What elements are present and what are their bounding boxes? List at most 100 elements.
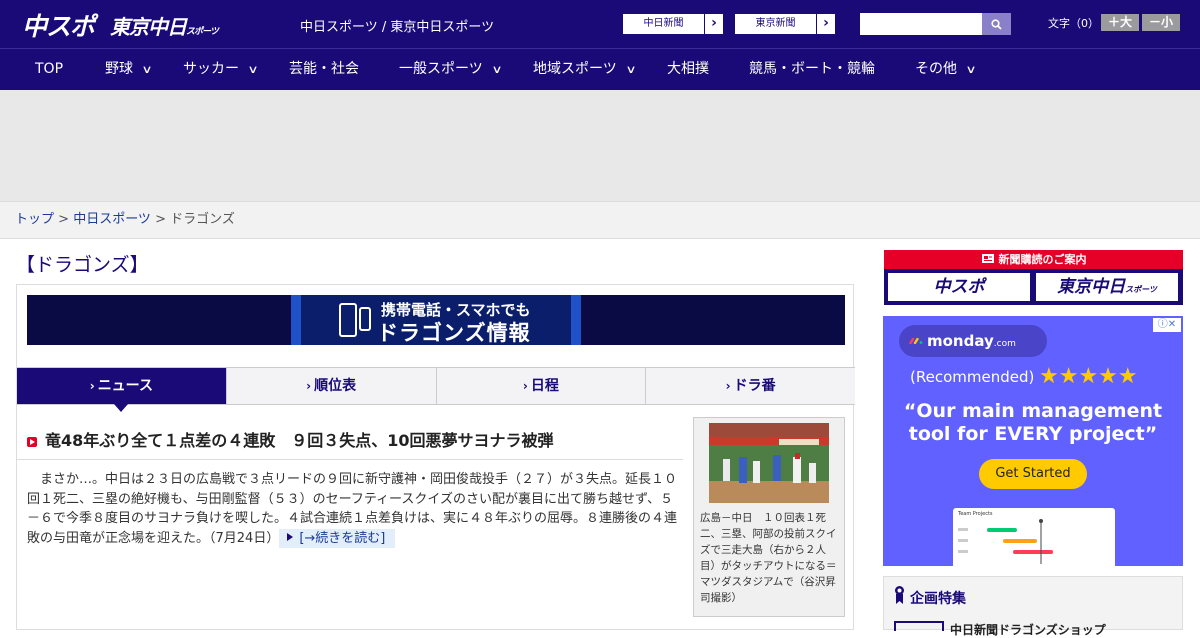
- article-title-text: 竜48年ぶり全て１点差の４連敗 ９回３失点、10回悪夢サヨナラ被弾: [45, 431, 554, 450]
- nav-label: 競馬・ボート・競輪: [749, 61, 875, 77]
- subscribe-logo-text: 東京中日: [1057, 277, 1126, 297]
- ad-screenshot-card: Team Projects: [953, 508, 1115, 566]
- special-features-title: 企画特集: [910, 591, 966, 607]
- ad-card-title: Team Projects: [958, 511, 993, 517]
- photo-caption: 広島－中日 １０回表１死二、三塁、阿部の投前スクイズで三走大島（右から２人目）が…: [700, 512, 837, 604]
- mobile-phone-icon: [359, 307, 371, 331]
- ad-quote: “Our main management tool for EVERY proj…: [903, 400, 1163, 445]
- tab-news[interactable]: › ニュース: [17, 368, 227, 412]
- nav-label: 大相撲: [667, 61, 709, 77]
- monday-ad[interactable]: monday.com (Recommended) ★★★★★ “Our main…: [883, 316, 1183, 566]
- chevron-right-icon: ›: [306, 379, 312, 393]
- tokyo-shimbun-link[interactable]: 東京新聞 ›: [734, 13, 836, 35]
- article-photo[interactable]: [709, 423, 829, 503]
- ad-recommended: (Recommended): [910, 368, 1035, 386]
- chunichi-shimbun-label: 中日新聞: [623, 14, 705, 34]
- article-photo-box: 広島－中日 １０回表１死二、三塁、阿部の投前スクイズで三走大島（右から２人目）が…: [693, 417, 845, 617]
- subscription-box: 新聞購読のご案内 中スポ 東京中日スポーツ: [884, 250, 1183, 305]
- special-features-box: 企画特集 中日新聞ドラゴンズショップ: [883, 576, 1183, 637]
- chunichi-sports-logo[interactable]: 中スポ: [22, 7, 95, 43]
- subscribe-tokyo-chunichi-sports[interactable]: 東京中日スポーツ: [1036, 273, 1178, 301]
- nav-item-baseball[interactable]: 野球 ∨: [105, 49, 153, 90]
- monday-logo: monday.com: [899, 325, 1047, 357]
- subscription-heading: 新聞購読のご案内: [884, 250, 1183, 269]
- subscription-heading-text: 新聞購読のご案内: [998, 253, 1087, 266]
- font-size-label: 文字（0）: [1048, 17, 1099, 30]
- mobile-dragons-banner[interactable]: 携帯電話・スマホでも ドラゴンズ情報: [27, 295, 845, 345]
- nav-label: 一般スポーツ: [399, 61, 483, 77]
- ad-placeholder: [0, 90, 1200, 201]
- nav-label: その他: [915, 61, 957, 77]
- breadcrumb-section[interactable]: 中日スポーツ: [73, 212, 151, 227]
- nav-item-entertainment[interactable]: 芸能・社会: [289, 49, 359, 90]
- play-icon: [27, 436, 37, 447]
- tokyo-chunichi-sports-logo[interactable]: 東京中日スポーツ: [110, 11, 219, 40]
- tokyo-chunichi-logo-sub: スポーツ: [186, 27, 219, 37]
- nav-label: 芸能・社会: [289, 61, 359, 77]
- smartphone-icon: [339, 303, 357, 337]
- tab-dragons-reporter[interactable]: › ドラ番: [646, 368, 855, 404]
- chevron-right-icon: ›: [823, 15, 829, 31]
- divider: [17, 459, 683, 460]
- search-input[interactable]: [860, 13, 983, 35]
- article-body: まさか…。中日は２３日の広島戦で３点リードの９回に新守護神・岡田俊哉投手（２７）…: [27, 470, 683, 548]
- chevron-down-icon: ∨: [141, 63, 153, 76]
- monday-brand: monday: [927, 332, 994, 350]
- article-date: （7月24日）: [209, 530, 280, 546]
- nav-item-soccer[interactable]: サッカー ∨: [183, 49, 259, 90]
- tab-label: 順位表: [314, 378, 357, 394]
- tab-label: 日程: [530, 378, 559, 394]
- tab-standings[interactable]: › 順位表: [226, 368, 437, 404]
- search-icon: [991, 18, 1002, 30]
- nav-item-local-sports[interactable]: 地域スポーツ ∨: [533, 49, 637, 90]
- ribbon-icon: [895, 586, 904, 604]
- subscribe-logo-sub: スポーツ: [1125, 285, 1157, 294]
- chevron-down-icon: ∨: [965, 63, 977, 76]
- chevron-down-icon: ∨: [247, 63, 259, 76]
- breadcrumb-separator: >: [54, 212, 74, 227]
- nav-item-racing[interactable]: 競馬・ボート・競輪: [749, 49, 875, 90]
- read-more-link[interactable]: [→続きを読む]: [279, 528, 396, 548]
- breadcrumb: トップ > 中日スポーツ > ドラゴンズ: [0, 201, 1200, 239]
- breadcrumb-home[interactable]: トップ: [15, 212, 54, 227]
- chevron-right-icon: ›: [711, 15, 717, 31]
- main-nav: TOP 野球 ∨ サッカー ∨ 芸能・社会 一般スポーツ ∨ 地域スポーツ ∨ 大相撲 …: [0, 48, 1200, 90]
- baseball-photo: [709, 423, 829, 503]
- article-headline[interactable]: 竜48年ぶり全て１点差の４連敗 ９回３失点、10回悪夢サヨナラ被弾: [27, 427, 554, 451]
- font-larger-button[interactable]: ＋大: [1101, 14, 1139, 31]
- breadcrumb-current: ドラゴンズ: [170, 212, 235, 227]
- banner-line-2: ドラゴンズ情報: [377, 321, 531, 345]
- page-title: 【ドラゴンズ】: [16, 254, 149, 276]
- tokyo-shimbun-label: 東京新聞: [735, 14, 817, 34]
- nav-label: サッカー: [183, 61, 239, 77]
- breadcrumb-separator: >: [150, 212, 171, 227]
- get-started-button[interactable]: Get Started: [979, 459, 1087, 489]
- newspaper-icon: [981, 254, 994, 263]
- chevron-right-icon: ›: [89, 379, 95, 393]
- nav-label: 地域スポーツ: [533, 61, 617, 77]
- nav-item-general-sports[interactable]: 一般スポーツ ∨: [399, 49, 503, 90]
- tab-label: ニュース: [97, 378, 153, 394]
- chevron-down-icon: ∨: [625, 63, 637, 76]
- font-smaller-button[interactable]: －小: [1142, 14, 1180, 31]
- tab-schedule[interactable]: › 日程: [436, 368, 647, 404]
- search-button[interactable]: [982, 13, 1011, 35]
- tab-bar: › ニュース › 順位表 › 日程 › ドラ番: [17, 367, 855, 412]
- header-bar: 中スポ 東京中日スポーツ 中日スポーツ / 東京中日スポーツ 中日新聞 › 東京…: [0, 0, 1200, 48]
- nav-item-top[interactable]: TOP: [35, 49, 63, 90]
- chunichi-shimbun-link[interactable]: 中日新聞 ›: [622, 13, 724, 35]
- site-title: 中日スポーツ / 東京中日スポーツ: [300, 20, 495, 35]
- chevron-down-icon: ∨: [491, 63, 503, 76]
- nav-label: TOP: [35, 61, 64, 77]
- banner-inner: 携帯電話・スマホでも ドラゴンズ情報: [291, 295, 581, 345]
- main-panel: 携帯電話・スマホでも ドラゴンズ情報 › ニュース › 順位表 › 日程 › ドラ番 竜…: [16, 284, 855, 630]
- nav-item-sumo[interactable]: 大相撲: [667, 49, 709, 90]
- rating-stars-icon: ★★★★★: [1039, 364, 1138, 389]
- adchoices-close-icon[interactable]: ⓘ✕: [1153, 318, 1181, 332]
- nav-label: 野球: [105, 61, 133, 77]
- subscribe-chunichi-sports[interactable]: 中スポ: [888, 273, 1030, 301]
- monday-logo-icon: [909, 338, 923, 344]
- tab-label: ドラ番: [733, 378, 776, 394]
- chevron-right-icon: ›: [725, 379, 731, 393]
- nav-item-other[interactable]: その他 ∨: [915, 49, 977, 90]
